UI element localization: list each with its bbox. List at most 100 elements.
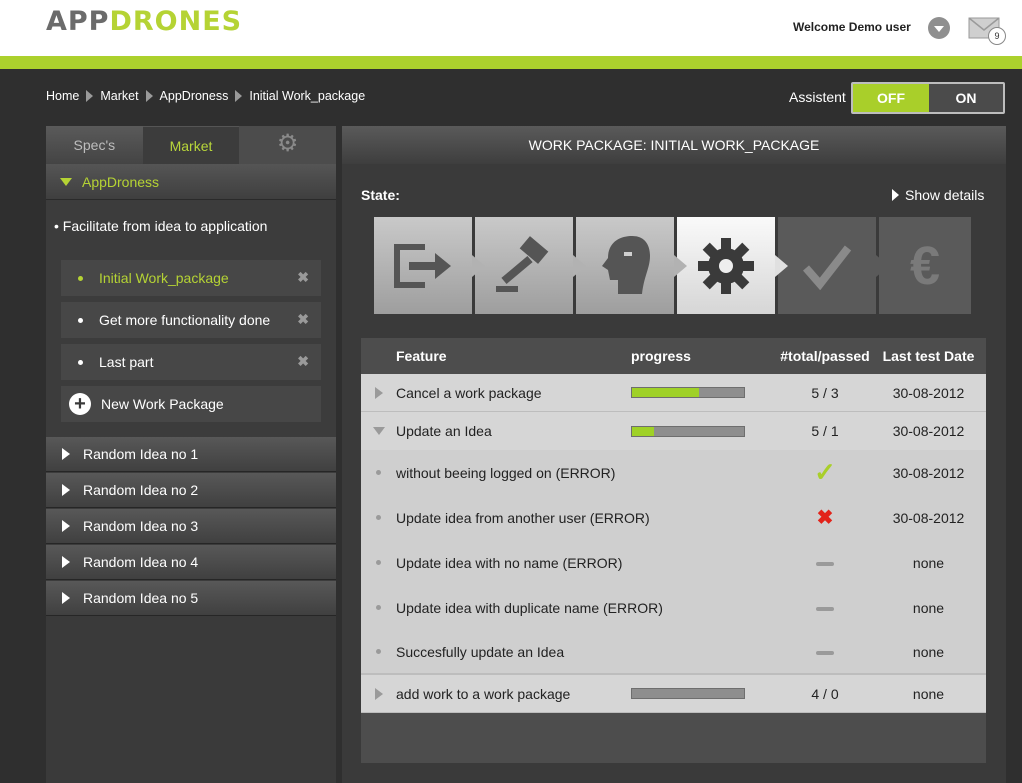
state-steps: € (374, 217, 971, 314)
state-step-checkmark[interactable] (778, 217, 889, 314)
expand-down-icon[interactable] (372, 427, 385, 435)
gavel-icon (496, 235, 549, 292)
sidebar-item-idea[interactable]: Random Idea no 4 (46, 545, 336, 580)
sidebar-item-idea[interactable]: Random Idea no 1 (46, 437, 336, 472)
table-header: Feature progress #total/passed Last test… (361, 338, 986, 374)
breadcrumb-home[interactable]: Home (46, 89, 79, 103)
progress-bar (631, 425, 745, 437)
state-step-head[interactable] (576, 217, 687, 314)
sidebar-item-idea[interactable]: Random Idea no 3 (46, 509, 336, 544)
section-title: AppDroness (82, 173, 160, 190)
bullet-icon (78, 359, 83, 365)
new-work-package-button[interactable]: + New Work Package (61, 386, 321, 422)
test-name: Succesfully update an Idea (396, 643, 565, 660)
test-name: Update idea with duplicate name (ERROR) (396, 599, 663, 616)
state-step-sign-in[interactable] (374, 217, 485, 314)
breadcrumb-market[interactable]: Market (100, 89, 138, 103)
state-label: State: (361, 187, 400, 203)
last-test-date: none (912, 685, 945, 702)
state-step-gear[interactable] (677, 217, 788, 314)
sub-row: without beeing logged on (ERROR) ✓ 30-08… (361, 450, 986, 495)
last-test-date: 30-08-2012 (892, 384, 965, 401)
feature-name: Cancel a work package (396, 384, 542, 401)
breadcrumb-separator-icon (145, 90, 153, 102)
feature-name: add work to a work package (396, 685, 571, 702)
assistant-toggle[interactable]: OFF ON (851, 82, 1005, 114)
gear-icon (698, 237, 754, 294)
bullet-icon (78, 317, 83, 323)
feature-name: Update an Idea (396, 423, 492, 439)
app-logo[interactable]: APPDRONES (46, 6, 242, 37)
bullet-icon (376, 470, 381, 475)
col-feature[interactable]: Feature (396, 348, 631, 364)
sidebar-item-idea[interactable]: Random Idea no 5 (46, 581, 336, 616)
top-header: APPDRONES Welcome Demo user 9 (0, 0, 1022, 56)
breadcrumb: Home Market AppDroness Initial Work_pack… (46, 89, 365, 103)
sub-row: Succesfully update an Idea none (361, 630, 986, 675)
main-panel: WORK PACKAGE: INITIAL WORK_PACKAGE State… (342, 126, 1006, 783)
settings-gear-icon[interactable]: ⚙ (239, 126, 336, 164)
col-total-passed[interactable]: #total/passed (779, 348, 871, 364)
last-test-date: 30-08-2012 (892, 464, 965, 481)
user-menu-dropdown-icon[interactable] (928, 17, 950, 39)
section-description: • Facilitate from idea to application (54, 218, 268, 234)
breadcrumb-appdroness[interactable]: AppDroness (160, 89, 229, 103)
last-test-date: none (912, 554, 945, 571)
expand-right-icon (62, 592, 70, 604)
table-row[interactable]: Cancel a work package 5 / 3 30-08-2012 (361, 374, 986, 412)
work-package-label: Last part (99, 354, 154, 370)
sidebar: Spec's Market ⚙ AppDroness • Facilitate … (46, 126, 336, 783)
col-progress[interactable]: progress (631, 348, 779, 364)
assistant-on-button[interactable]: ON (929, 84, 1003, 112)
work-package-label: Get more functionality done (99, 312, 271, 328)
sidebar-item-idea[interactable]: Random Idea no 2 (46, 473, 336, 508)
no-result-dash-icon (816, 606, 834, 611)
failed-x-icon: ✖ (816, 507, 834, 529)
head-icon (602, 235, 650, 294)
sidebar-tabs: Spec's Market ⚙ (46, 126, 336, 164)
sub-row: Update idea with no name (ERROR) none (361, 540, 986, 585)
test-name: Update idea from another user (ERROR) (396, 509, 650, 526)
bullet-icon (376, 515, 381, 520)
table-row[interactable]: Update an Idea 5 / 1 30-08-2012 (361, 412, 986, 450)
plus-icon: + (69, 393, 91, 415)
bullet-icon (78, 275, 83, 281)
work-package-item[interactable]: Last part ✖ (61, 344, 321, 380)
expand-right-icon (62, 484, 70, 496)
breadcrumb-separator-icon (235, 90, 243, 102)
work-package-item[interactable]: Initial Work_package ✖ (61, 260, 321, 296)
show-details-link[interactable]: Show details (892, 187, 984, 203)
breadcrumb-separator-icon (86, 90, 94, 102)
assistant-label: Assistent (789, 89, 846, 105)
test-name: Update idea with no name (ERROR) (396, 554, 623, 571)
tab-market[interactable]: Market (142, 126, 240, 164)
expand-right-icon (62, 556, 70, 568)
feature-table: Feature progress #total/passed Last test… (361, 338, 986, 763)
mail-count-badge: 9 (988, 27, 1006, 45)
expand-down-icon (60, 177, 72, 186)
work-package-item[interactable]: Get more functionality done ✖ (61, 302, 321, 338)
sidebar-section-appdroness[interactable]: AppDroness (46, 164, 336, 200)
work-package-label: Initial Work_package (99, 270, 229, 286)
expand-right-icon[interactable] (374, 687, 383, 700)
expand-right-icon[interactable] (374, 386, 383, 399)
last-test-date: 30-08-2012 (892, 509, 965, 526)
accent-bar (0, 56, 1022, 69)
sub-row: Update idea with duplicate name (ERROR) … (361, 585, 986, 630)
remove-icon[interactable]: ✖ (297, 269, 309, 286)
state-step-gavel[interactable] (475, 217, 586, 314)
remove-icon[interactable]: ✖ (297, 311, 309, 328)
bullet-icon (376, 605, 381, 610)
last-test-date: none (912, 643, 945, 660)
progress-bar (631, 688, 745, 699)
sub-row: Update idea from another user (ERROR) ✖ … (361, 495, 986, 540)
col-last-test-date[interactable]: Last test Date (871, 348, 986, 364)
no-result-dash-icon (816, 650, 834, 655)
remove-icon[interactable]: ✖ (297, 353, 309, 370)
assistant-off-button[interactable]: OFF (853, 84, 929, 112)
progress-bar (631, 387, 745, 398)
tab-specs[interactable]: Spec's (46, 126, 143, 164)
table-row[interactable]: add work to a work package 4 / 0 none (361, 675, 986, 713)
state-step-euro[interactable]: € (879, 217, 971, 314)
welcome-text: Welcome Demo user (793, 20, 911, 34)
